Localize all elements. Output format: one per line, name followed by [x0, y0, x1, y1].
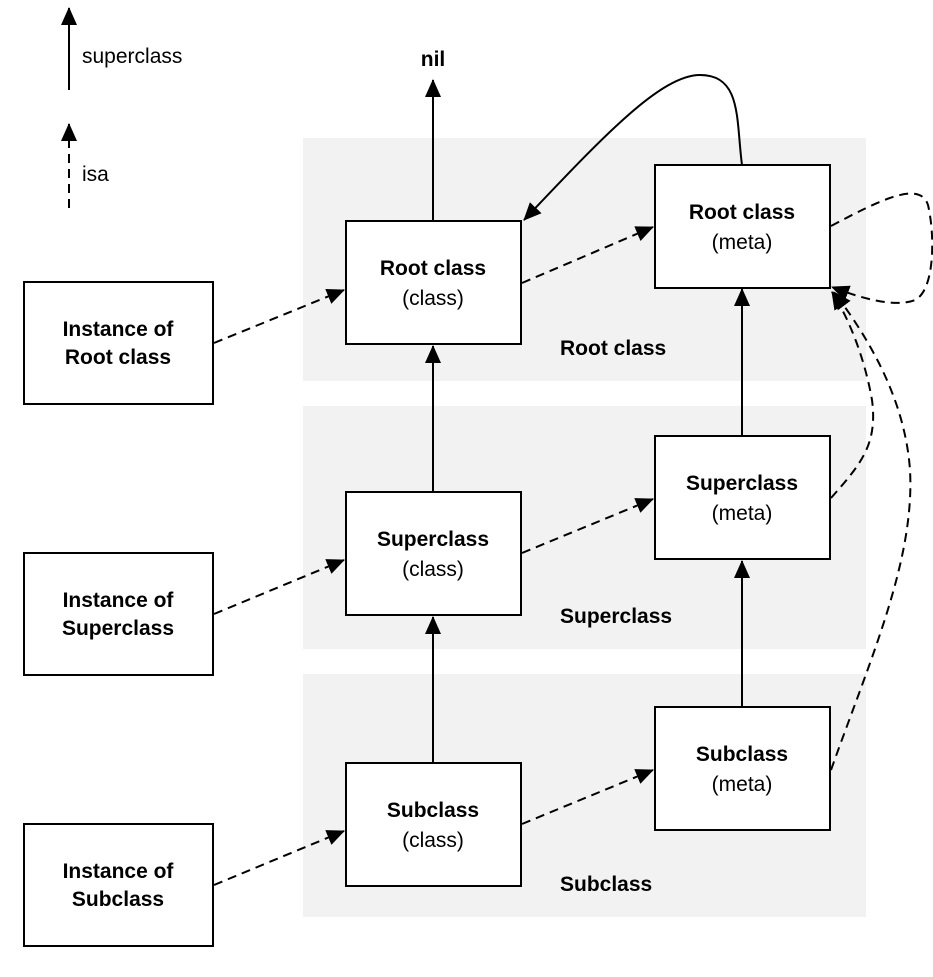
svg-text:Instance of: Instance of — [63, 589, 175, 612]
class-hierarchy-diagram: Root class Superclass Subclass superclas… — [23, 7, 933, 947]
superclass-meta: Superclass (meta) — [654, 435, 831, 560]
instance-subclass: Instance of Subclass — [23, 823, 214, 947]
subclass-meta: Subclass (meta) — [654, 706, 831, 831]
svg-text:(class): (class) — [402, 287, 464, 310]
svg-text:Instance of: Instance of — [63, 318, 175, 341]
svg-text:Subclass: Subclass — [72, 888, 164, 911]
legend: superclass isa — [61, 7, 182, 208]
svg-text:(meta): (meta) — [712, 231, 773, 254]
legend-superclass-label: superclass — [82, 45, 182, 68]
subclass-class: Subclass (class) — [345, 762, 522, 887]
svg-text:Root class: Root class — [689, 201, 795, 224]
svg-text:(class): (class) — [402, 829, 464, 852]
root-class-meta: Root class (meta) — [654, 164, 831, 289]
band-label-root: Root class — [560, 337, 666, 360]
band-label-super: Superclass — [560, 605, 672, 628]
instance-superclass: Instance of Superclass — [23, 552, 214, 676]
svg-text:Root class: Root class — [65, 346, 171, 369]
svg-text:Subclass: Subclass — [387, 799, 479, 822]
root-class-class: Root class (class) — [345, 220, 522, 345]
legend-isa-label: isa — [82, 163, 109, 186]
svg-text:(meta): (meta) — [712, 773, 773, 796]
nil-label: nil — [421, 48, 446, 71]
superclass-class: Superclass (class) — [345, 491, 522, 616]
svg-text:Superclass: Superclass — [62, 617, 174, 640]
svg-text:Instance of: Instance of — [63, 860, 175, 883]
svg-text:(meta): (meta) — [712, 502, 773, 525]
instance-root-class: Instance of Root class — [23, 281, 214, 405]
svg-text:Root class: Root class — [380, 257, 486, 280]
svg-text:Superclass: Superclass — [686, 472, 798, 495]
band-label-sub: Subclass — [560, 873, 652, 896]
svg-text:Superclass: Superclass — [377, 528, 489, 551]
svg-text:Subclass: Subclass — [696, 743, 788, 766]
svg-text:(class): (class) — [402, 558, 464, 581]
